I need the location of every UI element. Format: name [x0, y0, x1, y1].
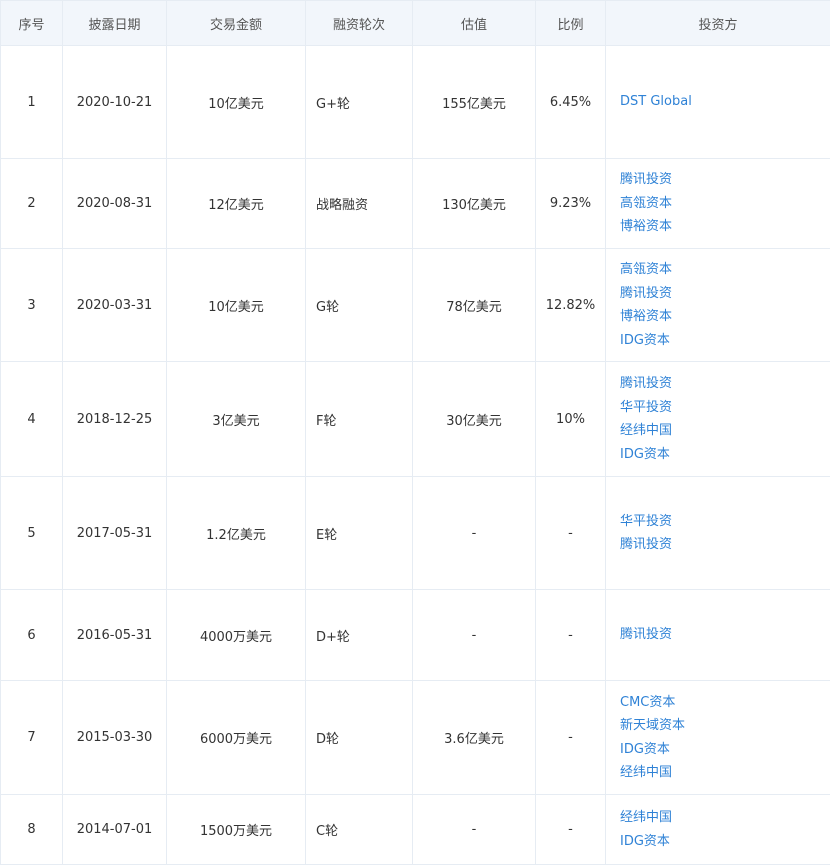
cell-index: 6	[1, 590, 63, 681]
cell-investors: DST Global	[606, 46, 830, 159]
cell-valuation: 130亿美元	[413, 159, 536, 249]
cell-round: E轮	[306, 477, 413, 590]
cell-date: 2020-03-31	[63, 249, 167, 362]
cell-round: C轮	[306, 795, 413, 865]
cell-ratio: -	[536, 477, 606, 590]
cell-round: G+轮	[306, 46, 413, 159]
table-row: 2 2020-08-31 12亿美元 战略融资 130亿美元 9.23% 腾讯投…	[1, 159, 830, 249]
table-row: 7 2015-03-30 6000万美元 D轮 3.6亿美元 - CMC资本 新…	[1, 681, 830, 795]
cell-investors: 腾讯投资 华平投资 经纬中国 IDG资本	[606, 362, 830, 477]
cell-index: 4	[1, 362, 63, 477]
cell-index: 5	[1, 477, 63, 590]
cell-date: 2017-05-31	[63, 477, 167, 590]
investor-link[interactable]: 经纬中国	[620, 806, 824, 830]
cell-valuation: 3.6亿美元	[413, 681, 536, 795]
cell-valuation: -	[413, 590, 536, 681]
table-row: 3 2020-03-31 10亿美元 G轮 78亿美元 12.82% 高瓴资本 …	[1, 249, 830, 362]
cell-ratio: 12.82%	[536, 249, 606, 362]
investor-link[interactable]: 博裕资本	[620, 305, 824, 329]
cell-date: 2014-07-01	[63, 795, 167, 865]
cell-index: 7	[1, 681, 63, 795]
cell-date: 2016-05-31	[63, 590, 167, 681]
investor-link[interactable]: 经纬中国	[620, 761, 824, 785]
header-valuation: 估值	[413, 1, 536, 46]
cell-amount: 1.2亿美元	[167, 477, 306, 590]
cell-round: G轮	[306, 249, 413, 362]
cell-investors: 腾讯投资	[606, 590, 830, 681]
cell-index: 8	[1, 795, 63, 865]
table-row: 6 2016-05-31 4000万美元 D+轮 - - 腾讯投资	[1, 590, 830, 681]
investor-link[interactable]: 腾讯投资	[620, 533, 824, 557]
cell-round: 战略融资	[306, 159, 413, 249]
cell-ratio: -	[536, 590, 606, 681]
investor-link[interactable]: DST Global	[620, 90, 824, 114]
cell-valuation: 78亿美元	[413, 249, 536, 362]
table-row: 4 2018-12-25 3亿美元 F轮 30亿美元 10% 腾讯投资 华平投资…	[1, 362, 830, 477]
investor-link[interactable]: 腾讯投资	[620, 372, 824, 396]
investor-link[interactable]: IDG资本	[620, 443, 824, 467]
cell-index: 2	[1, 159, 63, 249]
investor-link[interactable]: 经纬中国	[620, 419, 824, 443]
investor-link[interactable]: 新天域资本	[620, 714, 824, 738]
cell-round: D轮	[306, 681, 413, 795]
cell-amount: 10亿美元	[167, 249, 306, 362]
cell-valuation: -	[413, 795, 536, 865]
cell-date: 2015-03-30	[63, 681, 167, 795]
cell-amount: 6000万美元	[167, 681, 306, 795]
investor-link[interactable]: 腾讯投资	[620, 168, 824, 192]
cell-date: 2018-12-25	[63, 362, 167, 477]
table-row: 5 2017-05-31 1.2亿美元 E轮 - - 华平投资 腾讯投资	[1, 477, 830, 590]
cell-index: 3	[1, 249, 63, 362]
cell-ratio: 10%	[536, 362, 606, 477]
investor-link[interactable]: 腾讯投资	[620, 282, 824, 306]
header-amount: 交易金额	[167, 1, 306, 46]
investor-link[interactable]: IDG资本	[620, 329, 824, 353]
header-ratio: 比例	[536, 1, 606, 46]
investor-link[interactable]: IDG资本	[620, 830, 824, 854]
header-row: 序号 披露日期 交易金额 融资轮次 估值 比例 投资方	[1, 1, 830, 46]
cell-investors: 经纬中国 IDG资本	[606, 795, 830, 865]
investor-link[interactable]: 腾讯投资	[620, 623, 824, 647]
financing-table: 序号 披露日期 交易金额 融资轮次 估值 比例 投资方 1 2020-10-21…	[0, 0, 830, 865]
cell-amount: 12亿美元	[167, 159, 306, 249]
cell-date: 2020-08-31	[63, 159, 167, 249]
cell-investors: 高瓴资本 腾讯投资 博裕资本 IDG资本	[606, 249, 830, 362]
header-investors: 投资方	[606, 1, 830, 46]
header-index: 序号	[1, 1, 63, 46]
cell-ratio: -	[536, 681, 606, 795]
investor-link[interactable]: 高瓴资本	[620, 258, 824, 282]
cell-ratio: -	[536, 795, 606, 865]
cell-amount: 4000万美元	[167, 590, 306, 681]
investor-link[interactable]: CMC资本	[620, 691, 824, 715]
investor-link[interactable]: 博裕资本	[620, 215, 824, 239]
cell-ratio: 6.45%	[536, 46, 606, 159]
cell-index: 1	[1, 46, 63, 159]
cell-round: D+轮	[306, 590, 413, 681]
table-row: 8 2014-07-01 1500万美元 C轮 - - 经纬中国 IDG资本	[1, 795, 830, 865]
investor-link[interactable]: 华平投资	[620, 396, 824, 420]
cell-amount: 3亿美元	[167, 362, 306, 477]
header-round: 融资轮次	[306, 1, 413, 46]
investor-link[interactable]: IDG资本	[620, 738, 824, 762]
table-row: 1 2020-10-21 10亿美元 G+轮 155亿美元 6.45% DST …	[1, 46, 830, 159]
cell-round: F轮	[306, 362, 413, 477]
cell-ratio: 9.23%	[536, 159, 606, 249]
cell-investors: 腾讯投资 高瓴资本 博裕资本	[606, 159, 830, 249]
cell-investors: 华平投资 腾讯投资	[606, 477, 830, 590]
header-date: 披露日期	[63, 1, 167, 46]
cell-investors: CMC资本 新天域资本 IDG资本 经纬中国	[606, 681, 830, 795]
cell-date: 2020-10-21	[63, 46, 167, 159]
investor-link[interactable]: 高瓴资本	[620, 192, 824, 216]
investor-link[interactable]: 华平投资	[620, 510, 824, 534]
cell-amount: 1500万美元	[167, 795, 306, 865]
cell-valuation: 155亿美元	[413, 46, 536, 159]
cell-valuation: 30亿美元	[413, 362, 536, 477]
cell-valuation: -	[413, 477, 536, 590]
cell-amount: 10亿美元	[167, 46, 306, 159]
